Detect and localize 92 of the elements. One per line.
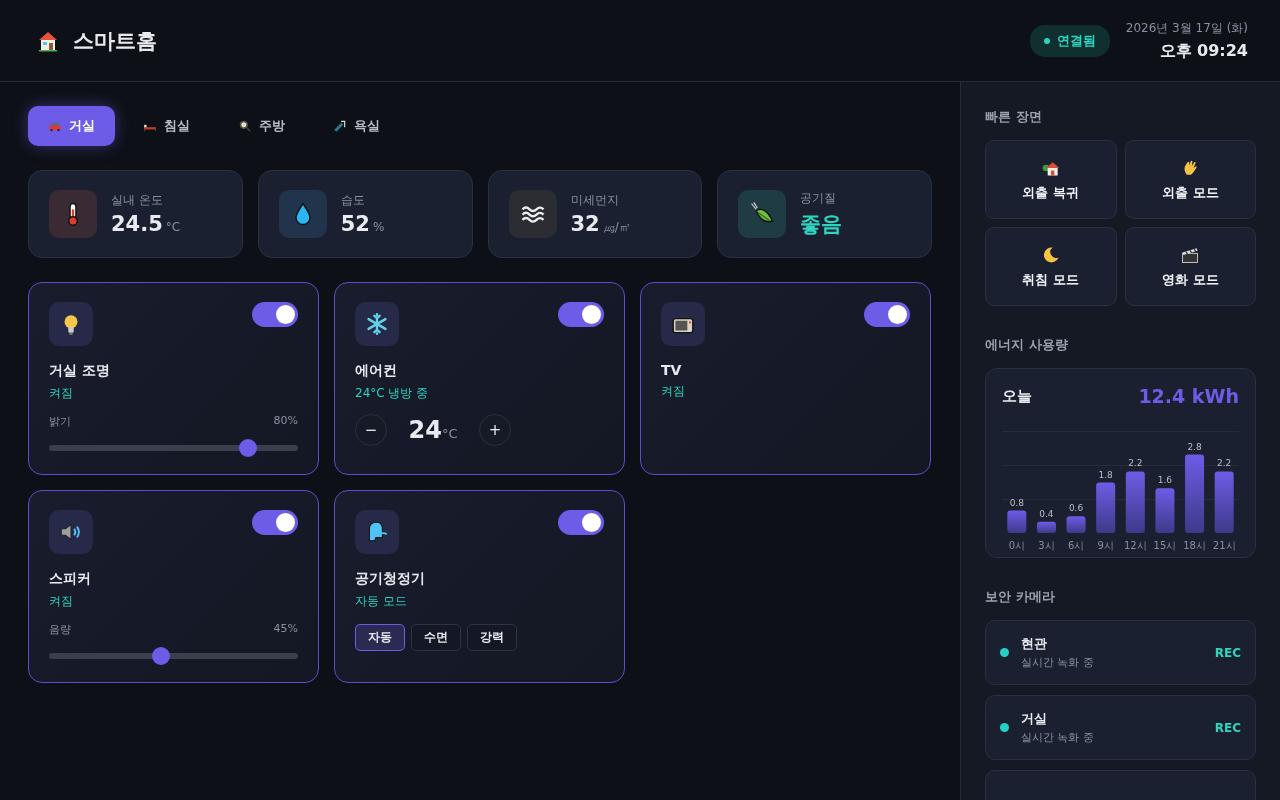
device-status: 켜짐 (49, 593, 74, 610)
hour-label: 18시 (1183, 540, 1206, 551)
scene-button[interactable]: 영화 모드 (1124, 227, 1256, 306)
room-tab[interactable]: 거실 (28, 106, 115, 146)
slider-reading: 80% (273, 414, 298, 429)
frying-pan-icon (238, 119, 252, 133)
device-status: 켜짐 (49, 385, 74, 402)
app-title: 스마트홈 (73, 27, 157, 55)
setpoint-unit: °C (441, 426, 458, 441)
camera-name: 거실 (1021, 710, 1048, 728)
camera-card[interactable]: 거실 실시간 녹화 중 REC (985, 695, 1256, 760)
device-name: 스피커 (49, 570, 92, 588)
rec-label: REC (1214, 720, 1241, 735)
scene-button[interactable]: 취침 모드 (985, 227, 1117, 306)
energy-bar (1125, 471, 1145, 533)
device-status: 24°C 냉방 중 (355, 385, 430, 402)
camera-name: 현관 (1021, 635, 1048, 653)
bar-value: 2.2 (1217, 458, 1232, 469)
mode-button[interactable]: 강력 (467, 624, 517, 651)
stat-label: 실내 온도 (111, 192, 164, 209)
bar-value: 0.8 (1009, 497, 1024, 508)
stat-label: 습도 (340, 192, 366, 209)
mode-button[interactable]: 자동 (355, 624, 405, 651)
increase-button[interactable]: + (479, 414, 511, 446)
stat-value: 52 (340, 212, 370, 236)
slider-label: 음량 (49, 622, 71, 637)
connection-badge: 연결됨 (1029, 24, 1110, 57)
power-toggle[interactable] (864, 302, 910, 327)
hour-label: 3시 (1038, 540, 1055, 551)
room-tab[interactable]: 침실 (123, 106, 210, 146)
bar-value: 1.6 (1157, 475, 1173, 486)
stat-label: 공기질 (800, 190, 838, 207)
energy-bar (1214, 471, 1234, 533)
energy-bar (1036, 521, 1056, 533)
energy-bar (1066, 516, 1086, 533)
level-slider[interactable] (49, 439, 298, 455)
time-text: 오후 09:24 (1159, 40, 1248, 62)
power-toggle[interactable] (252, 510, 298, 535)
camera-status: 실시간 녹화 중 (1021, 655, 1095, 670)
decrease-button[interactable]: − (355, 414, 387, 446)
shower-icon (333, 119, 347, 133)
date-text: 2026년 3월 17일 (화) (1125, 19, 1248, 37)
slider-thumb[interactable] (239, 439, 258, 457)
stat-value: 32 (570, 212, 600, 236)
bar-value: 0.6 (1068, 503, 1084, 514)
hour-label: 15시 (1153, 540, 1177, 551)
bar-value: 1.8 (1098, 469, 1113, 480)
device-name: TV (661, 362, 683, 378)
mode-button[interactable]: 수면 (411, 624, 461, 651)
section-title: 빠른 장면 (985, 108, 1043, 126)
hour-label: 21시 (1212, 540, 1236, 551)
stat-label: 미세먼지 (570, 192, 620, 209)
level-slider[interactable] (49, 647, 298, 663)
scene-button[interactable]: 외출 복귀 (985, 140, 1117, 219)
hour-label: 6시 (1067, 540, 1085, 551)
camera-status: 실시간 녹화 중 (1021, 730, 1095, 745)
period-label: 오늘 (1002, 386, 1032, 406)
room-tab[interactable]: 주방 (218, 106, 305, 146)
power-toggle[interactable] (558, 510, 604, 535)
snowflake-icon (364, 311, 390, 337)
bar-value: 0.4 (1039, 508, 1054, 519)
power-toggle[interactable] (252, 302, 298, 327)
section-title: 에너지 사용량 (985, 336, 1069, 354)
stat-unit: °C (165, 220, 181, 234)
room-tab[interactable]: 욕실 (313, 106, 400, 146)
device-status: 켜짐 (661, 383, 686, 400)
slider-reading: 45% (273, 622, 298, 637)
power-toggle[interactable] (558, 302, 604, 327)
stat-unit: % (373, 220, 385, 234)
stat-value: 좋음 (800, 211, 843, 238)
energy-bar (1155, 488, 1175, 533)
rec-label: REC (1214, 645, 1241, 660)
stat-unit: ㎍/㎥ (602, 219, 631, 236)
section-title: 보안 카메라 (985, 588, 1056, 606)
device-name: 거실 조명 (49, 362, 111, 380)
setpoint-value: 24 (408, 416, 442, 444)
slider-label: 밝기 (49, 414, 71, 429)
bar-value: 2.2 (1128, 458, 1143, 469)
energy-bar (1007, 510, 1027, 533)
slider-thumb[interactable] (152, 647, 171, 665)
device-name: 에어컨 (355, 362, 398, 380)
camera-card[interactable]: 현관 실시간 녹화 중 REC (985, 620, 1256, 685)
stat-value: 24.5 (111, 212, 163, 236)
hour-label: 9시 (1097, 540, 1114, 551)
device-name: 공기청정기 (355, 570, 426, 588)
bar-value: 2.8 (1187, 441, 1202, 452)
device-status: 자동 모드 (355, 593, 408, 610)
energy-total: 12.4 kWh (1138, 385, 1239, 407)
scene-button[interactable]: 외출 모드 (1124, 140, 1256, 219)
hour-label: 0시 (1008, 540, 1025, 551)
energy-bar (1096, 482, 1116, 533)
hour-label: 12시 (1123, 540, 1147, 551)
